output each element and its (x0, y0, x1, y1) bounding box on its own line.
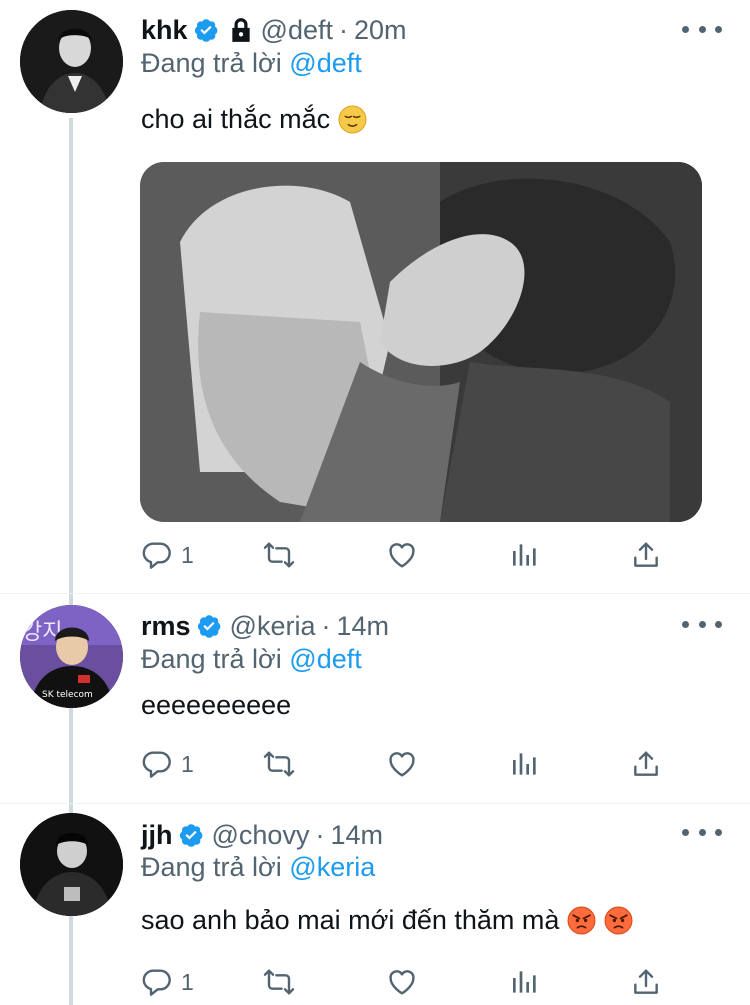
like-button[interactable] (386, 538, 418, 572)
reply-button[interactable]: 1 (141, 747, 194, 781)
share-icon (630, 748, 662, 780)
display-name[interactable]: jjh (141, 820, 173, 851)
separator: · (315, 819, 325, 850)
username[interactable]: @keria (230, 611, 316, 642)
tweet-divider (0, 593, 750, 594)
tweet-text: cho ai thắc mắc (141, 104, 367, 135)
tweet-text: sao anh bảo mai mới đến thăm mà (141, 905, 633, 936)
tweet-header: rms @keria · 14m (141, 606, 389, 646)
replying-to: Đang trả lời @deft (141, 644, 362, 675)
replying-to: Đang trả lời @keria (141, 852, 375, 883)
tweet-header: jjh @chovy · 14m (141, 815, 383, 855)
tweet-actions: 1 (141, 747, 661, 781)
reply-button[interactable]: 1 (141, 538, 194, 572)
reply-button[interactable]: 1 (141, 965, 194, 999)
tweet-text: eeeeeeeeee (141, 690, 291, 721)
share-icon (630, 966, 662, 998)
like-icon (386, 748, 418, 780)
views-button[interactable] (509, 538, 541, 572)
verified-badge-icon (178, 822, 204, 848)
reply-prefix: Đang trả lời (141, 48, 282, 78)
like-button[interactable] (386, 747, 418, 781)
angry-face-emoji-icon (567, 906, 596, 935)
retweet-button[interactable] (263, 747, 295, 781)
verified-badge-icon (196, 613, 222, 639)
analytics-icon (509, 539, 541, 571)
analytics-icon (509, 748, 541, 780)
reply-count: 1 (181, 541, 194, 568)
timestamp[interactable]: 14m (330, 820, 383, 851)
retweet-button[interactable] (263, 965, 295, 999)
share-button[interactable] (630, 747, 662, 781)
share-button[interactable] (630, 538, 662, 572)
lock-icon (229, 17, 253, 43)
avatar[interactable] (20, 813, 123, 916)
more-icon[interactable] (682, 614, 722, 634)
reply-icon (141, 966, 173, 998)
reply-mention[interactable]: @deft (289, 644, 361, 674)
svg-text:SK telecom: SK telecom (42, 690, 93, 700)
more-icon[interactable] (682, 19, 722, 39)
separator: · (321, 610, 331, 641)
angry-face-emoji-icon (604, 906, 633, 935)
share-icon (630, 539, 662, 571)
username[interactable]: @deft (261, 15, 333, 46)
separator: · (338, 14, 348, 45)
timestamp[interactable]: 20m (354, 15, 407, 46)
reply-mention[interactable]: @deft (289, 48, 361, 78)
views-button[interactable] (509, 747, 541, 781)
display-name[interactable]: khk (141, 15, 188, 46)
retweet-icon (263, 966, 295, 998)
tweet-actions: 1 (141, 538, 661, 572)
analytics-icon (509, 966, 541, 998)
reply-prefix: Đang trả lời (141, 852, 282, 882)
tweet-text-content: eeeeeeeeee (141, 690, 292, 720)
svg-text:강지: 강지 (22, 620, 62, 645)
reply-icon (141, 748, 173, 780)
replying-to: Đang trả lời @deft (141, 48, 362, 79)
tweet-text-content: sao anh bảo mai mới đến thăm mà (141, 905, 560, 935)
more-icon[interactable] (682, 822, 722, 842)
retweet-button[interactable] (263, 538, 295, 572)
reply-icon (141, 539, 173, 571)
retweet-icon (263, 539, 295, 571)
photo-image (140, 162, 702, 522)
timestamp[interactable]: 14m (336, 611, 389, 642)
reply-count: 1 (181, 968, 194, 995)
tweet-divider (0, 803, 750, 804)
username[interactable]: @chovy (212, 820, 310, 851)
tweet-actions: 1 (141, 965, 661, 999)
like-button[interactable] (386, 965, 418, 999)
like-icon (386, 539, 418, 571)
views-button[interactable] (509, 965, 541, 999)
avatar[interactable]: 강지 SK telecom (20, 605, 123, 708)
tweet-media-photo[interactable] (140, 162, 702, 522)
verified-badge-icon (193, 17, 219, 43)
avatar[interactable] (20, 10, 123, 113)
reply-count: 1 (181, 750, 194, 777)
like-icon (386, 966, 418, 998)
relieved-face-emoji-icon (338, 105, 367, 134)
display-name[interactable]: rms (141, 611, 191, 642)
tweet-header: khk @deft · 20m (141, 10, 407, 50)
reply-prefix: Đang trả lời (141, 644, 282, 674)
share-button[interactable] (630, 965, 662, 999)
retweet-icon (263, 748, 295, 780)
tweet-text-content: cho ai thắc mắc (141, 104, 331, 134)
reply-mention[interactable]: @keria (289, 852, 375, 882)
